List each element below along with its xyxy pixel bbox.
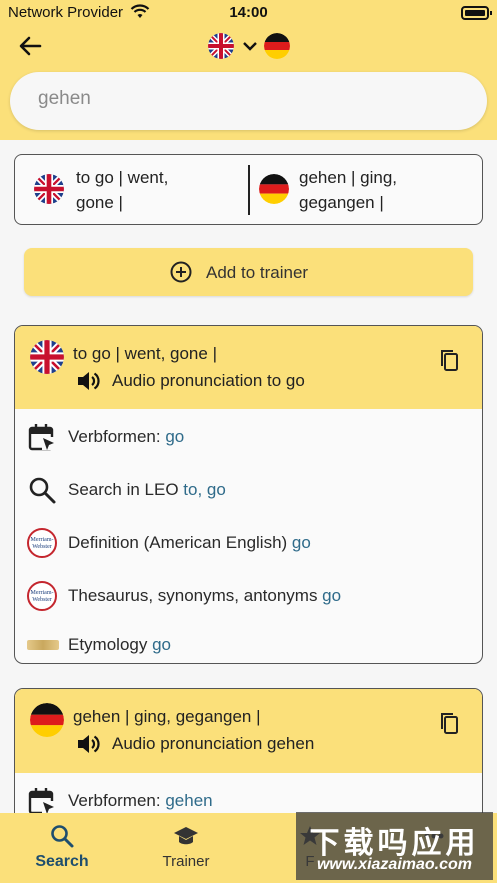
divider xyxy=(248,165,250,215)
search-leo-link[interactable]: to, go xyxy=(183,480,226,499)
copy-icon[interactable] xyxy=(438,711,460,735)
germany-flag-icon xyxy=(259,174,289,204)
watermark-url: www.xiazaimao.com xyxy=(316,856,472,873)
definition-row[interactable]: Merriam-Webster Definition (American Eng… xyxy=(15,522,482,562)
copy-icon[interactable] xyxy=(438,348,460,372)
watermark-overlay: 下载吗应用 www.xiazaimao.com xyxy=(296,812,493,880)
search-input[interactable] xyxy=(38,88,458,110)
add-to-trainer-label: Add to trainer xyxy=(206,263,309,282)
translation-result[interactable]: to go | went, gone | gehen | ging, gegan… xyxy=(14,154,483,225)
calendar-icon xyxy=(28,788,55,815)
graduation-cap-icon xyxy=(174,827,198,845)
thesaurus-link[interactable]: go xyxy=(322,586,341,605)
etymology-logo-icon xyxy=(27,630,59,660)
english-word-card: to go | went, gone | Audio pronunciation… xyxy=(14,325,483,664)
etymology-row[interactable]: Etymology go xyxy=(15,624,482,663)
definition-link[interactable]: go xyxy=(292,533,311,552)
card-title: gehen | ging, gegangen | xyxy=(73,707,261,726)
uk-flag-icon xyxy=(30,340,64,374)
german-translation: gehen | ging, gegangen | xyxy=(299,168,397,212)
germany-flag-icon xyxy=(30,703,64,737)
status-bar: Network Provider 14:00 xyxy=(0,0,497,26)
chevron-down-icon xyxy=(243,42,257,51)
clock: 14:00 xyxy=(229,4,268,21)
add-circle-icon xyxy=(170,261,192,283)
verbformen-link[interactable]: gehen xyxy=(165,791,212,810)
germany-flag-icon xyxy=(264,33,290,59)
speaker-icon[interactable] xyxy=(75,731,101,757)
search-bar[interactable] xyxy=(10,72,487,130)
calendar-icon xyxy=(28,424,55,451)
uk-flag-icon xyxy=(208,33,234,59)
tab-search[interactable]: Search xyxy=(0,813,124,883)
card-header: to go | went, gone | Audio pronunciation… xyxy=(15,326,482,409)
card-title: to go | went, gone | xyxy=(73,344,217,363)
uk-flag-icon xyxy=(34,174,64,204)
search-leo-row[interactable]: Search in LEO to, go xyxy=(15,469,482,509)
audio-pronunciation-link[interactable]: Audio pronunciation gehen xyxy=(112,734,314,754)
language-switcher[interactable] xyxy=(208,32,292,60)
search-icon xyxy=(29,477,56,504)
merriam-webster-logo-icon: Merriam-Webster xyxy=(27,528,57,558)
verbformen-row[interactable]: Verbformen: go xyxy=(15,416,482,456)
back-arrow-icon[interactable] xyxy=(16,32,44,60)
audio-pronunciation-link[interactable]: Audio pronunciation to go xyxy=(112,371,305,391)
tab-trainer[interactable]: Trainer xyxy=(124,813,248,883)
card-header: gehen | ging, gegangen | Audio pronuncia… xyxy=(15,689,482,773)
merriam-webster-logo-icon: Merriam-Webster xyxy=(27,581,57,611)
add-to-trainer-button[interactable]: Add to trainer xyxy=(24,248,473,296)
battery-icon xyxy=(461,6,492,20)
search-icon xyxy=(51,825,74,848)
etymology-link[interactable]: go xyxy=(152,635,171,654)
thesaurus-row[interactable]: Merriam-Webster Thesaurus, synonyms, ant… xyxy=(15,575,482,615)
verbformen-link[interactable]: go xyxy=(165,427,184,446)
speaker-icon[interactable] xyxy=(75,368,101,394)
english-translation: to go | went, gone | xyxy=(76,168,169,212)
